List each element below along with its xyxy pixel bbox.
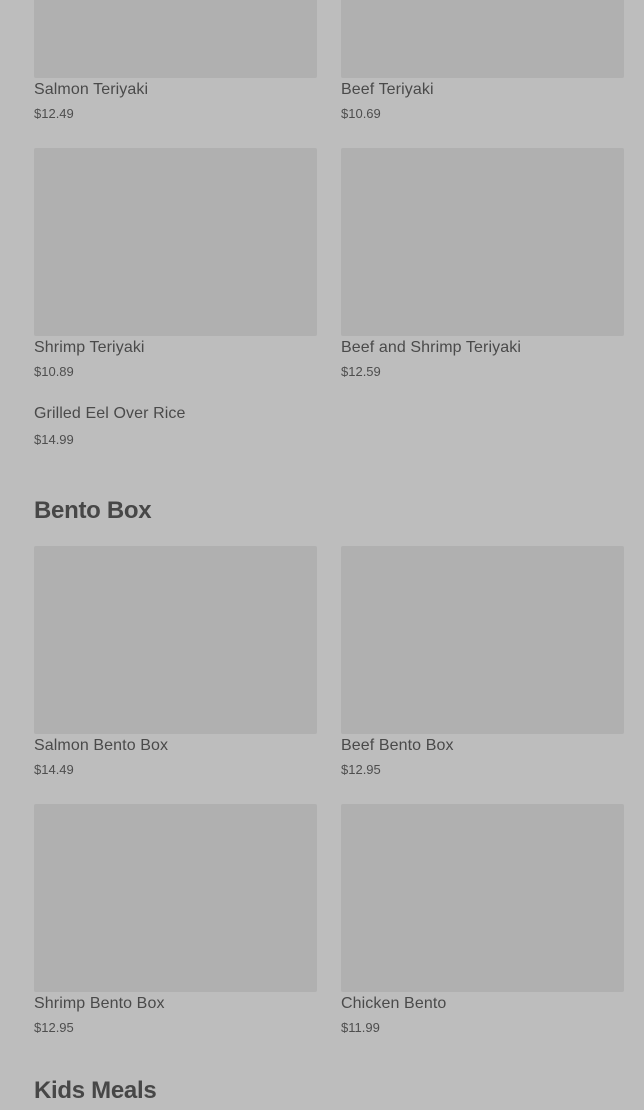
menu-item-name: Beef Teriyaki [341,81,434,98]
menu-item-name: Chicken Bento [341,995,447,1012]
menu-item-image [341,148,624,336]
menu-item-price: $12.59 [341,364,381,379]
menu-item-card[interactable]: Shrimp Teriyaki $10.89 [34,148,317,379]
menu-item-image [34,546,317,734]
menu-item-image [341,804,624,992]
menu-item-price: $14.99 [34,432,74,447]
menu-item-image [34,804,317,992]
menu-item-card[interactable]: Beef Teriyaki $10.69 [341,0,624,121]
section-title-kids-meals: Kids Meals [34,1077,157,1104]
menu-item-price: $14.49 [34,762,74,777]
menu-item-price: $10.69 [341,106,381,121]
menu-item-name: Beef Bento Box [341,737,454,754]
menu-item-image [341,0,624,78]
menu-item-card[interactable]: Grilled Eel Over Rice $14.99 [34,404,317,454]
menu-item-card[interactable]: Beef Bento Box $12.95 [341,546,624,777]
menu-item-price: $12.95 [341,762,381,777]
section-title-bento-box: Bento Box [34,497,152,524]
menu-item-price: $11.99 [341,1020,380,1035]
menu-item-card[interactable]: Salmon Bento Box $14.49 [34,546,317,777]
menu-item-name: Shrimp Teriyaki [34,339,145,356]
menu-item-name: Grilled Eel Over Rice [34,405,186,422]
menu-item-card[interactable]: Beef and Shrimp Teriyaki $12.59 [341,148,624,379]
menu-item-card[interactable]: Shrimp Bento Box $12.95 [34,804,317,1035]
menu-item-name: Beef and Shrimp Teriyaki [341,339,521,356]
menu-item-card[interactable]: Salmon Teriyaki $12.49 [34,0,317,121]
menu-item-image [34,0,317,78]
menu-item-image [341,546,624,734]
menu-item-name: Shrimp Bento Box [34,995,165,1012]
menu-item-price: $10.89 [34,364,74,379]
menu-item-price: $12.49 [34,106,74,121]
menu-item-image [34,148,317,336]
menu-item-card[interactable]: Chicken Bento $11.99 [341,804,624,1035]
menu-item-name: Salmon Bento Box [34,737,169,754]
menu-item-price: $12.95 [34,1020,74,1035]
menu-item-name: Salmon Teriyaki [34,81,149,98]
